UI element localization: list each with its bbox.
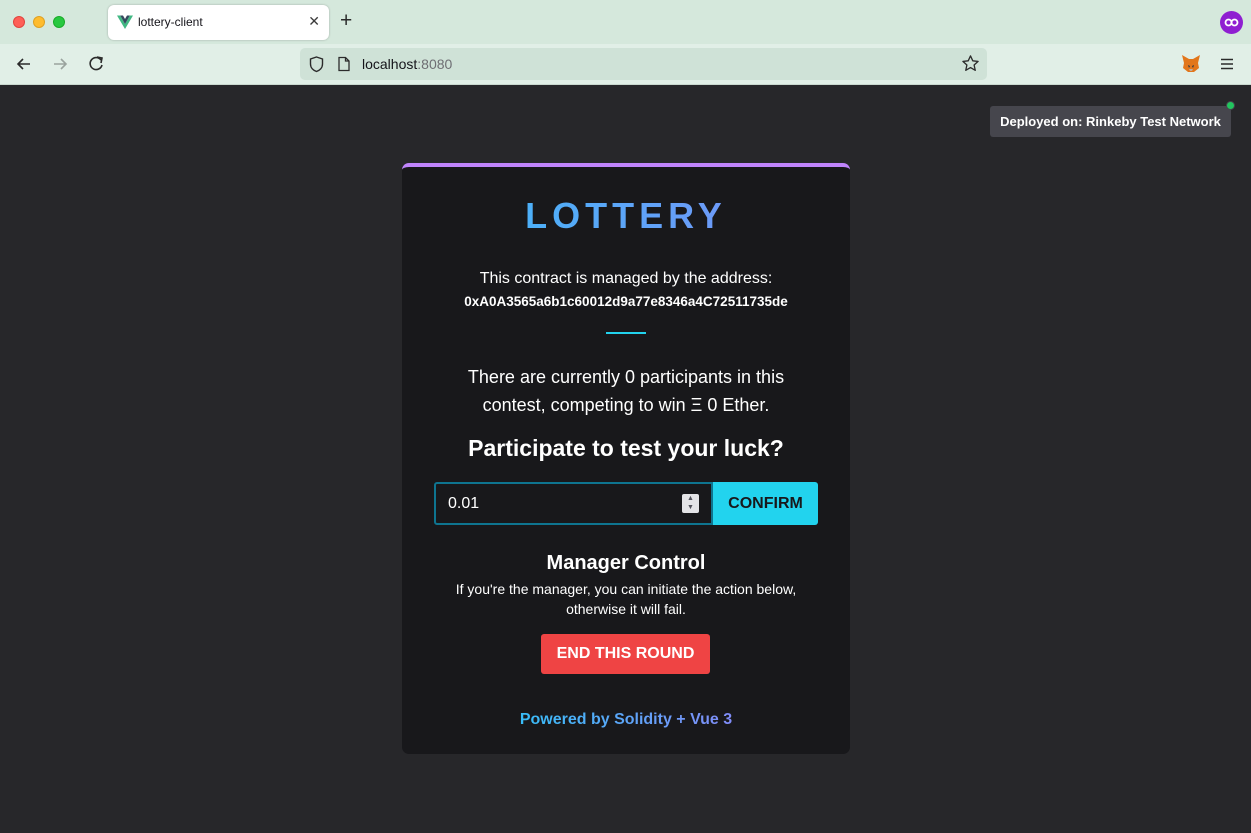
lottery-card: LOTTERY This contract is managed by the … xyxy=(402,163,850,754)
browser-tab[interactable]: lottery-client ✕ xyxy=(108,5,329,40)
tab-title: lottery-client xyxy=(138,15,203,29)
network-label: Deployed on: Rinkeby Test Network xyxy=(1000,114,1221,129)
url-host: localhost xyxy=(362,56,418,72)
network-status-dot xyxy=(1226,101,1235,110)
page-title: LOTTERY xyxy=(402,195,850,237)
browser-chrome: lottery-client ✕ + localhost:8080 xyxy=(0,0,1251,85)
divider xyxy=(606,332,646,334)
minimize-window-button[interactable] xyxy=(33,16,45,28)
url-text[interactable]: localhost:8080 xyxy=(362,56,452,72)
close-window-button[interactable] xyxy=(13,16,25,28)
end-round-button[interactable]: END THIS ROUND xyxy=(541,634,710,674)
participants-text: There are currently 0 participants in th… xyxy=(467,367,785,415)
reload-icon[interactable] xyxy=(86,54,106,74)
menu-icon[interactable] xyxy=(1218,55,1236,73)
maximize-window-button[interactable] xyxy=(53,16,65,28)
star-icon[interactable] xyxy=(961,54,980,73)
network-badge: Deployed on: Rinkeby Test Network xyxy=(990,101,1235,137)
shield-icon[interactable] xyxy=(308,55,325,73)
forward-icon[interactable] xyxy=(50,54,70,74)
close-icon[interactable]: ✕ xyxy=(308,13,320,30)
vue-logo-icon xyxy=(117,15,133,29)
confirm-button[interactable]: CONFIRM xyxy=(713,482,818,525)
manager-description: If you're the manager, you can initiate … xyxy=(455,581,797,617)
metamask-fox-icon[interactable] xyxy=(1181,54,1201,73)
back-icon[interactable] xyxy=(14,54,34,74)
address-bar[interactable]: localhost:8080 xyxy=(300,48,987,80)
profile-icon[interactable] xyxy=(1220,11,1243,34)
manager-heading: Manager Control xyxy=(546,552,706,574)
amount-input[interactable] xyxy=(434,482,713,525)
amount-stepper[interactable]: ▲ ▼ xyxy=(682,494,699,513)
stepper-down-icon[interactable]: ▼ xyxy=(682,503,699,512)
stepper-up-icon[interactable]: ▲ xyxy=(682,494,699,503)
footer: Powered by Solidity + Vue 3 xyxy=(402,711,850,729)
tab-strip: lottery-client ✕ + xyxy=(0,0,1251,44)
entry-form: ▲ ▼ CONFIRM xyxy=(434,482,818,525)
url-port: :8080 xyxy=(417,56,453,72)
participate-heading: Participate to test your luck? xyxy=(468,435,784,461)
footer-text: Powered by Solidity + Vue 3 xyxy=(519,711,733,728)
page-icon xyxy=(338,56,350,72)
plus-icon[interactable]: + xyxy=(340,9,352,33)
manager-line: This contract is managed by the address: xyxy=(479,270,773,287)
manager-address: 0xA0A3565a6b1c60012d9a77e8346a4C72511735… xyxy=(464,294,788,309)
